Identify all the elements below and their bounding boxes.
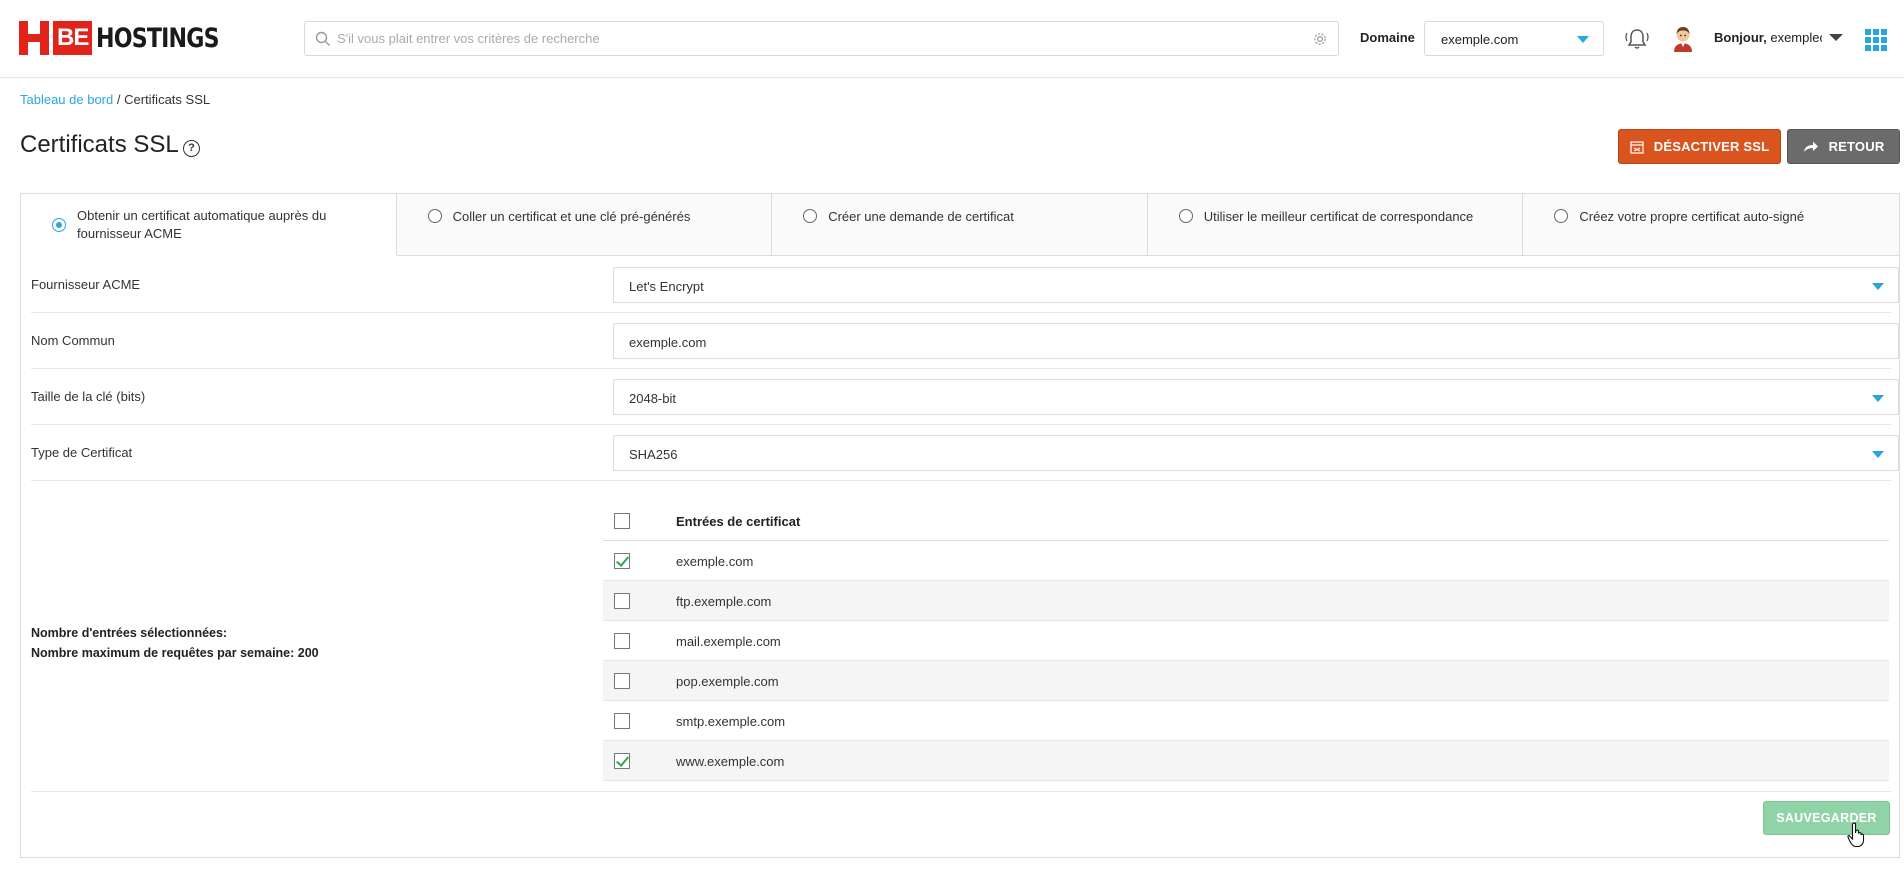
radio-paste-certificate[interactable] [427,209,442,223]
entry-checkbox[interactable] [614,713,630,729]
save-button[interactable]: SAUVEGARDER [1763,801,1890,835]
selection-summary: Nombre d'entrées sélectionnées: Nombre m… [31,623,319,663]
common-name-field[interactable]: exemple.com [613,323,1899,359]
entry-checkbox[interactable] [614,553,630,569]
table-row[interactable]: mail.exemple.com [603,621,1889,661]
tab-self-signed[interactable]: Créez votre propre certificat auto-signé [1523,194,1899,256]
user-greeting[interactable]: Bonjour, exemplec [1714,30,1822,45]
acme-provider-value: Let's Encrypt [629,279,704,294]
cert-type-label: Type de Certificat [31,445,133,460]
entry-checkbox[interactable] [614,753,630,769]
tab-best-match-label: Utiliser le meilleur certificat de corre… [1203,209,1474,224]
chevron-down-icon [1577,36,1589,43]
breadcrumb-current: Certificats SSL [124,92,211,107]
radio-best-match[interactable] [1178,209,1193,223]
tab-create-request[interactable]: Créer une demande de certificat [772,194,1148,256]
chevron-down-icon [1872,395,1884,402]
ssl-form-panel: Obtenir un certificat automatique auprès… [20,193,1900,858]
logo-be: BE [53,21,93,55]
disable-ssl-button[interactable]: DÉSACTIVER SSL [1618,129,1781,164]
greeting-prefix: Bonjour, [1714,30,1767,45]
entry-checkbox[interactable] [614,593,630,609]
entry-domain: pop.exemple.com [676,674,779,689]
tab-create-request-label: Créer une demande de certificat [828,209,1014,224]
logo-hostings: HOSTINGS [96,22,220,54]
certificate-entries-table: Entrées de certificat exemple.com ftp.ex… [603,501,1889,781]
entry-domain: smtp.exemple.com [676,714,786,729]
entry-domain: mail.exemple.com [676,634,781,649]
common-name-row: Nom Commun exemple.com [31,313,1899,369]
max-requests-label: Nombre maximum de requêtes par semaine: … [31,646,319,660]
domain-select-value: exemple.com [1441,32,1519,47]
search-box [304,21,1339,56]
breadcrumb-separator: / [116,92,121,107]
domain-label: Domaine [1360,30,1415,45]
chevron-down-icon [1872,451,1884,458]
top-bar: BE HOSTINGS Domaine exemple.com Bonjour, [0,0,1904,78]
entry-checkbox[interactable] [614,633,630,649]
key-size-row: Taille de la clé (bits) 2048-bit [31,369,1899,425]
entry-domain: exemple.com [676,554,754,569]
user-menu-caret-icon[interactable] [1829,34,1843,41]
divider [31,791,1891,792]
page-title: Certificats SSL [20,131,179,158]
entry-domain: ftp.exemple.com [676,594,772,609]
disable-ssl-label: DÉSACTIVER SSL [1653,139,1770,154]
back-button[interactable]: RETOUR [1787,129,1900,164]
selected-count-label: Nombre d'entrées sélectionnées: [31,626,228,640]
radio-acme[interactable] [52,218,66,232]
entries-header-row: Entrées de certificat [603,501,1889,541]
search-input[interactable] [337,22,1297,55]
cert-type-select[interactable]: SHA256 [613,435,1899,471]
entry-checkbox[interactable] [614,673,630,689]
notification-bell-icon[interactable] [1624,27,1650,51]
calendar-icon [1630,140,1644,154]
table-row[interactable]: exemple.com [603,541,1889,581]
acme-provider-row: Fournisseur ACME Let's Encrypt [31,256,1899,313]
hand-pointer-cursor-icon [1847,822,1865,848]
tab-best-match[interactable]: Utiliser le meilleur certificat de corre… [1147,194,1524,256]
chevron-down-icon [1872,283,1884,290]
back-label: RETOUR [1828,139,1885,154]
greeting-username: exemplec [1770,30,1822,45]
share-arrow-icon [1803,141,1818,152]
cert-type-row: Type de Certificat SHA256 [31,425,1899,481]
key-size-select[interactable]: 2048-bit [613,379,1899,415]
acme-provider-label: Fournisseur ACME [31,277,141,292]
table-row[interactable]: ftp.exemple.com [603,581,1889,621]
help-icon[interactable]: ? [183,140,200,157]
entries-header-label: Entrées de certificat [676,514,801,529]
avatar[interactable] [1670,24,1696,52]
search-settings-gear-icon[interactable] [1312,31,1328,47]
breadcrumb-home-link[interactable]: Tableau de bord [20,92,113,107]
logo-h-mark [19,21,49,55]
certificate-method-tabs: Obtenir un certificat automatique auprès… [21,194,1899,256]
brand-logo[interactable]: BE HOSTINGS [19,21,246,55]
entry-domain: www.exemple.com [676,754,785,769]
radio-self-signed[interactable] [1554,209,1569,223]
select-all-checkbox[interactable] [614,513,630,529]
acme-provider-select[interactable]: Let's Encrypt [613,267,1899,303]
search-icon [315,31,330,46]
common-name-label: Nom Commun [31,333,115,348]
radio-create-request[interactable] [803,209,818,223]
domain-select[interactable]: exemple.com [1424,21,1604,56]
tab-paste-certificate[interactable]: Coller un certificat et une clé pré-géné… [396,194,773,256]
key-size-value: 2048-bit [629,391,676,406]
cert-type-value: SHA256 [629,447,678,462]
key-size-label: Taille de la clé (bits) [31,389,146,404]
table-row[interactable]: smtp.exemple.com [603,701,1889,741]
common-name-value: exemple.com [629,335,707,350]
table-row[interactable]: www.exemple.com [603,741,1889,781]
tab-self-signed-label: Créez votre propre certificat auto-signé [1579,209,1805,224]
tab-acme-label: Obtenir un certificat automatique auprès… [77,208,327,241]
breadcrumb: Tableau de bord / Certificats SSL [20,92,210,107]
tab-acme[interactable]: Obtenir un certificat automatique auprès… [21,194,397,256]
apps-grid-icon[interactable] [1865,29,1887,51]
tab-paste-certificate-label: Coller un certificat et une clé pré-géné… [452,209,691,224]
table-row[interactable]: pop.exemple.com [603,661,1889,701]
